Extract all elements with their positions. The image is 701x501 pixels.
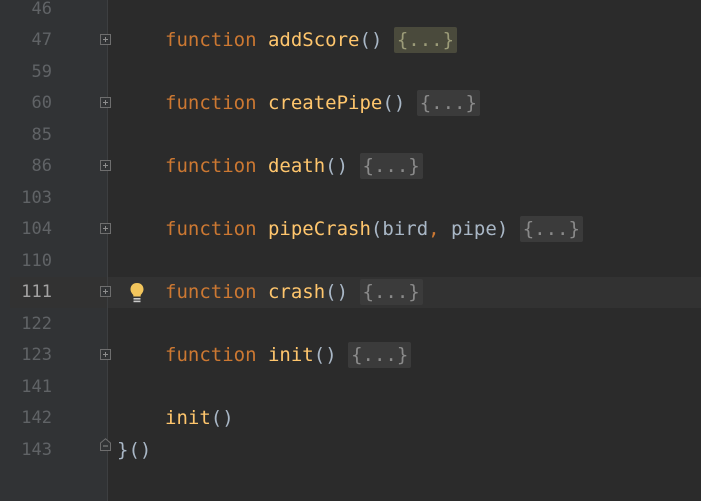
call-parens: (): [128, 439, 152, 461]
paren-open: (: [325, 155, 337, 177]
line-number: 122: [21, 314, 52, 334]
code-line[interactable]: 142 init(): [0, 403, 701, 434]
code-line[interactable]: 104 function pipeCrash(bird, pipe) {...}: [0, 214, 701, 245]
paren-close: ): [393, 92, 406, 114]
paren-close: ): [496, 218, 509, 240]
code-text[interactable]: function addScore() {...}: [165, 25, 458, 56]
function-name: pipeCrash: [267, 218, 371, 240]
fold-plus-icon[interactable]: [100, 349, 111, 360]
code-line[interactable]: 110: [0, 246, 701, 277]
code-line[interactable]: 59: [0, 57, 701, 88]
line-number: 142: [21, 408, 52, 428]
paren-open: (: [382, 92, 394, 114]
function-call: init: [165, 407, 211, 429]
code-editor[interactable]: 46 47 function addScore() {...} 59 60 fu…: [0, 0, 701, 501]
code-text[interactable]: function crash() {...}: [165, 277, 423, 308]
function-name: crash: [267, 281, 326, 303]
line-number: 85: [31, 125, 52, 145]
code-text[interactable]: function init() {...}: [165, 340, 412, 371]
closing-brace: }: [117, 439, 129, 461]
keyword: function: [165, 218, 257, 240]
paren-open: (: [370, 218, 383, 240]
code-text[interactable]: function pipeCrash(bird, pipe) {...}: [165, 214, 583, 245]
line-number: 110: [21, 251, 52, 271]
code-line[interactable]: 143 }(): [0, 435, 701, 466]
code-line[interactable]: 141: [0, 372, 701, 403]
line-number: 143: [21, 440, 52, 460]
keyword: function: [165, 281, 257, 303]
line-number: 59: [31, 62, 52, 82]
code-line[interactable]: 47 function addScore() {...}: [0, 25, 701, 56]
code-line-current[interactable]: 111 function crash() {...}: [0, 277, 701, 308]
keyword: function: [165, 155, 257, 177]
paren-open: (: [325, 281, 337, 303]
fold-plus-icon[interactable]: [100, 97, 111, 108]
folded-block-placeholder[interactable]: {...}: [359, 153, 423, 179]
paren-close: ): [325, 344, 337, 366]
folded-block-placeholder[interactable]: {...}: [519, 216, 583, 242]
function-name: createPipe: [267, 92, 383, 114]
parameter: bird: [382, 218, 429, 240]
code-line[interactable]: 122: [0, 309, 701, 340]
function-name: init: [267, 344, 314, 366]
code-line[interactable]: 123 function init() {...}: [0, 340, 701, 371]
keyword: function: [165, 29, 257, 51]
line-number: 46: [31, 0, 52, 19]
code-line[interactable]: 86 function death() {...}: [0, 151, 701, 182]
paren-close: ): [370, 29, 383, 51]
call-parens: (): [210, 407, 234, 429]
fold-plus-icon[interactable]: [100, 34, 111, 45]
comma: ,: [428, 218, 440, 240]
code-line[interactable]: 46: [0, 0, 701, 25]
code-line[interactable]: 85: [0, 120, 701, 151]
folded-block-placeholder[interactable]: {...}: [393, 27, 458, 53]
code-line[interactable]: 60 function createPipe() {...}: [0, 88, 701, 119]
code-line[interactable]: 103: [0, 183, 701, 214]
line-number: 123: [21, 345, 52, 365]
paren-close: ): [336, 281, 349, 303]
function-name: death: [267, 155, 326, 177]
fold-plus-icon[interactable]: [100, 286, 111, 297]
line-number: 60: [31, 93, 52, 113]
keyword: function: [165, 344, 257, 366]
line-number: 47: [31, 30, 52, 50]
fold-end-icon[interactable]: [100, 438, 111, 451]
code-text[interactable]: init(): [165, 403, 234, 434]
folded-block-placeholder[interactable]: {...}: [359, 279, 423, 305]
folded-block-placeholder[interactable]: {...}: [348, 342, 412, 368]
parameter: pipe: [451, 218, 497, 240]
paren-open: (: [313, 344, 326, 366]
folded-block-placeholder[interactable]: {...}: [416, 90, 480, 116]
lightbulb-icon[interactable]: [128, 281, 146, 305]
line-number: 111: [21, 282, 52, 302]
function-name: addScore: [267, 29, 360, 51]
code-text[interactable]: function createPipe() {...}: [165, 88, 480, 119]
line-number: 104: [21, 219, 52, 239]
line-number: 141: [21, 377, 52, 397]
code-text[interactable]: }(): [117, 435, 151, 466]
line-number: 86: [31, 156, 52, 176]
keyword: function: [165, 92, 257, 114]
code-text[interactable]: function death() {...}: [165, 151, 423, 182]
fold-plus-icon[interactable]: [100, 160, 111, 171]
fold-plus-icon[interactable]: [100, 223, 111, 234]
paren-open: (: [359, 29, 371, 51]
line-number: 103: [21, 188, 52, 208]
paren-close: ): [336, 155, 349, 177]
